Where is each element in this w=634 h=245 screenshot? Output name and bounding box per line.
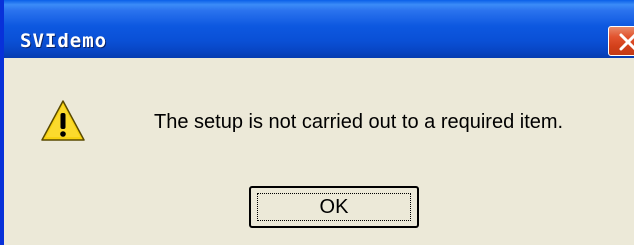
close-icon [619,33,634,51]
warning-icon [40,99,86,143]
message-dialog: SVIdemo The setup is not carried out to … [0,0,634,245]
close-button[interactable] [608,26,634,56]
window-title: SVIdemo [20,30,108,52]
dialog-message: The setup is not carried out to a requir… [154,111,564,133]
title-bar[interactable]: SVIdemo [4,0,634,58]
ok-button[interactable]: OK [249,186,419,228]
ok-button-label: OK [319,196,349,218]
